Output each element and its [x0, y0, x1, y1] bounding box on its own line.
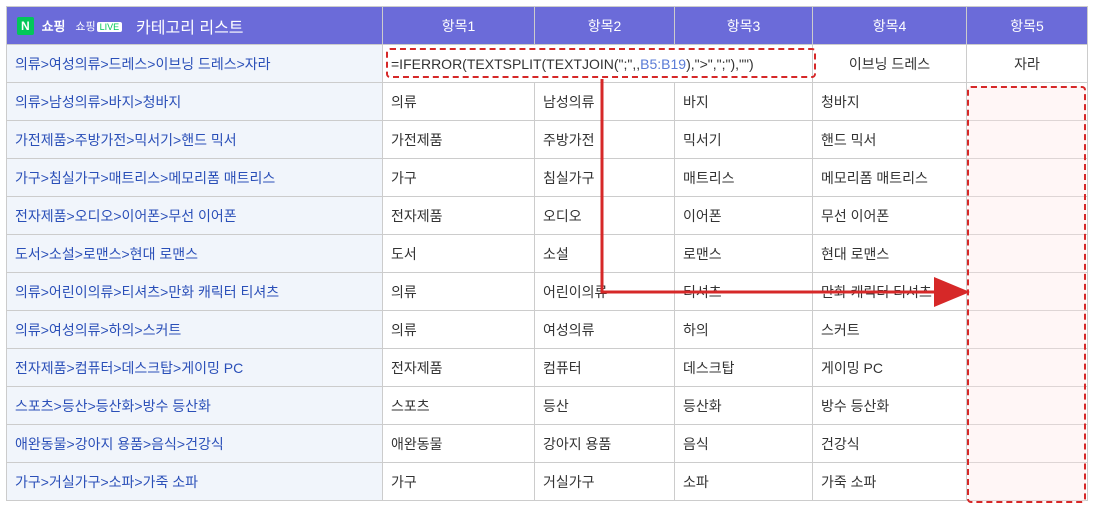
cell-c3[interactable]: 믹서기: [675, 121, 813, 159]
table-row: 가구>침실가구>매트리스>메모리폼 매트리스가구침실가구매트리스메모리폼 매트리…: [7, 159, 1088, 197]
table-row: 의류>어린이의류>티셔츠>만화 캐릭터 티셔츠의류어린이의류티셔츠만화 캐릭터 …: [7, 273, 1088, 311]
cell-c1[interactable]: 애완동물: [383, 425, 535, 463]
page-title: 카테고리 리스트: [136, 14, 244, 38]
cell-c5[interactable]: [967, 463, 1088, 501]
cell-c2[interactable]: 소설: [535, 235, 675, 273]
cell-c4[interactable]: 이브닝 드레스: [813, 45, 967, 83]
spreadsheet-table: N 쇼핑 쇼핑LIVE 카테고리 리스트 항목1 항목2 항목3 항목4 항목5…: [6, 6, 1088, 501]
cell-c1[interactable]: 전자제품: [383, 349, 535, 387]
category-path-cell[interactable]: 의류>여성의류>드레스>이브닝 드레스>자라: [7, 45, 383, 83]
naver-n-icon: N: [17, 17, 34, 35]
cell-c4[interactable]: 스커트: [813, 311, 967, 349]
live-badge-icon: LIVE: [97, 22, 123, 32]
cell-c3[interactable]: 데스크탑: [675, 349, 813, 387]
cell-c3[interactable]: 이어폰: [675, 197, 813, 235]
cell-c3[interactable]: 매트리스: [675, 159, 813, 197]
cell-c3[interactable]: 바지: [675, 83, 813, 121]
cell-c2[interactable]: 어린이의류: [535, 273, 675, 311]
cell-c1[interactable]: 의류: [383, 311, 535, 349]
cell-c3[interactable]: 등산화: [675, 387, 813, 425]
table-row: 가전제품>주방가전>믹서기>핸드 믹서가전제품주방가전믹서기핸드 믹서: [7, 121, 1088, 159]
cell-c2[interactable]: 주방가전: [535, 121, 675, 159]
table-row: 의류>여성의류>하의>스커트의류여성의류하의스커트: [7, 311, 1088, 349]
table-row: 전자제품>오디오>이어폰>무선 이어폰전자제품오디오이어폰무선 이어폰: [7, 197, 1088, 235]
cell-c2[interactable]: 남성의류: [535, 83, 675, 121]
category-path-cell[interactable]: 의류>어린이의류>티셔츠>만화 캐릭터 티셔츠: [7, 273, 383, 311]
cell-c1[interactable]: 도서: [383, 235, 535, 273]
col-header-5[interactable]: 항목5: [967, 7, 1088, 45]
cell-c4[interactable]: 건강식: [813, 425, 967, 463]
category-path-cell[interactable]: 전자제품>오디오>이어폰>무선 이어폰: [7, 197, 383, 235]
shopping-label: 쇼핑: [42, 16, 66, 35]
cell-c5[interactable]: [967, 197, 1088, 235]
col-header-4[interactable]: 항목4: [813, 7, 967, 45]
cell-c5[interactable]: [967, 311, 1088, 349]
cell-c3[interactable]: 소파: [675, 463, 813, 501]
cell-c5[interactable]: [967, 83, 1088, 121]
category-path-cell[interactable]: 애완동물>강아지 용품>음식>건강식: [7, 425, 383, 463]
header-row: N 쇼핑 쇼핑LIVE 카테고리 리스트 항목1 항목2 항목3 항목4 항목5: [7, 7, 1088, 45]
cell-c2[interactable]: 거실가구: [535, 463, 675, 501]
cell-c4[interactable]: 방수 등산화: [813, 387, 967, 425]
cell-c4[interactable]: 메모리폼 매트리스: [813, 159, 967, 197]
cell-c1[interactable]: 가구: [383, 159, 535, 197]
cell-c5[interactable]: [967, 387, 1088, 425]
cell-c4[interactable]: 현대 로맨스: [813, 235, 967, 273]
cell-c5[interactable]: [967, 349, 1088, 387]
cell-c3[interactable]: 티셔츠: [675, 273, 813, 311]
shopping-live-label: 쇼핑LIVE: [75, 18, 122, 34]
formula-cell[interactable]: =IFERROR(TEXTSPLIT(TEXTJOIN(";",,B5:B19)…: [383, 45, 813, 83]
cell-c3[interactable]: 하의: [675, 311, 813, 349]
cell-c1[interactable]: 전자제품: [383, 197, 535, 235]
table-row: 스포츠>등산>등산화>방수 등산화스포츠등산등산화방수 등산화: [7, 387, 1088, 425]
category-path-cell[interactable]: 의류>남성의류>바지>청바지: [7, 83, 383, 121]
cell-c4[interactable]: 청바지: [813, 83, 967, 121]
cell-c3[interactable]: 로맨스: [675, 235, 813, 273]
cell-c1[interactable]: 스포츠: [383, 387, 535, 425]
table-row: 전자제품>컴퓨터>데스크탑>게이밍 PC전자제품컴퓨터데스크탑게이밍 PC: [7, 349, 1088, 387]
category-path-cell[interactable]: 가구>거실가구>소파>가죽 소파: [7, 463, 383, 501]
spreadsheet-wrap: N 쇼핑 쇼핑LIVE 카테고리 리스트 항목1 항목2 항목3 항목4 항목5…: [6, 6, 1087, 501]
cell-c5[interactable]: [967, 121, 1088, 159]
table-row: 의류>남성의류>바지>청바지의류남성의류바지청바지: [7, 83, 1088, 121]
table-row: 도서>소설>로맨스>현대 로맨스도서소설로맨스현대 로맨스: [7, 235, 1088, 273]
cell-c5[interactable]: [967, 425, 1088, 463]
col-header-3[interactable]: 항목3: [675, 7, 813, 45]
category-path-cell[interactable]: 전자제품>컴퓨터>데스크탑>게이밍 PC: [7, 349, 383, 387]
table-body: 의류>여성의류>드레스>이브닝 드레스>자라=IFERROR(TEXTSPLIT…: [7, 45, 1088, 501]
cell-c1[interactable]: 가구: [383, 463, 535, 501]
cell-c4[interactable]: 만화 캐릭터 티셔츠: [813, 273, 967, 311]
cell-c2[interactable]: 여성의류: [535, 311, 675, 349]
cell-c5[interactable]: [967, 159, 1088, 197]
cell-c2[interactable]: 등산: [535, 387, 675, 425]
cell-c5[interactable]: [967, 235, 1088, 273]
cell-c1[interactable]: 의류: [383, 83, 535, 121]
category-path-cell[interactable]: 가구>침실가구>매트리스>메모리폼 매트리스: [7, 159, 383, 197]
cell-c4[interactable]: 게이밍 PC: [813, 349, 967, 387]
category-path-cell[interactable]: 가전제품>주방가전>믹서기>핸드 믹서: [7, 121, 383, 159]
col-header-2[interactable]: 항목2: [535, 7, 675, 45]
cell-c1[interactable]: 가전제품: [383, 121, 535, 159]
cell-c1[interactable]: 의류: [383, 273, 535, 311]
header-title-cell[interactable]: N 쇼핑 쇼핑LIVE 카테고리 리스트: [7, 7, 383, 45]
cell-c4[interactable]: 무선 이어폰: [813, 197, 967, 235]
cell-c2[interactable]: 침실가구: [535, 159, 675, 197]
category-path-cell[interactable]: 스포츠>등산>등산화>방수 등산화: [7, 387, 383, 425]
table-row: 의류>여성의류>드레스>이브닝 드레스>자라=IFERROR(TEXTSPLIT…: [7, 45, 1088, 83]
col-header-1[interactable]: 항목1: [383, 7, 535, 45]
category-path-cell[interactable]: 도서>소설>로맨스>현대 로맨스: [7, 235, 383, 273]
cell-c2[interactable]: 강아지 용품: [535, 425, 675, 463]
table-row: 애완동물>강아지 용품>음식>건강식애완동물강아지 용품음식건강식: [7, 425, 1088, 463]
cell-c5[interactable]: [967, 273, 1088, 311]
cell-c5[interactable]: 자라: [967, 45, 1088, 83]
table-row: 가구>거실가구>소파>가죽 소파가구거실가구소파가죽 소파: [7, 463, 1088, 501]
category-path-cell[interactable]: 의류>여성의류>하의>스커트: [7, 311, 383, 349]
cell-c2[interactable]: 컴퓨터: [535, 349, 675, 387]
cell-c2[interactable]: 오디오: [535, 197, 675, 235]
cell-c3[interactable]: 음식: [675, 425, 813, 463]
cell-c4[interactable]: 핸드 믹서: [813, 121, 967, 159]
cell-c4[interactable]: 가죽 소파: [813, 463, 967, 501]
